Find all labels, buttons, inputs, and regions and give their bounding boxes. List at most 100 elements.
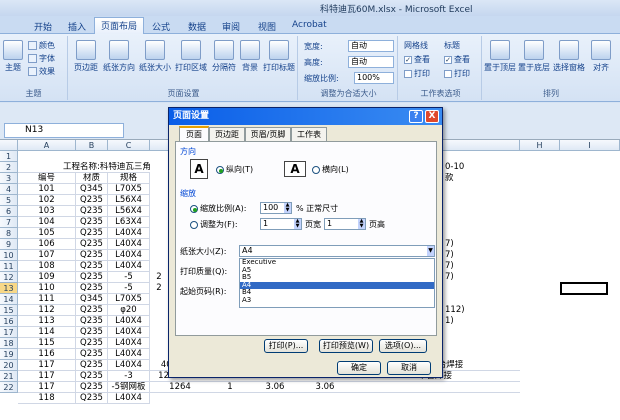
table-cell[interactable]: 116 [18, 349, 76, 360]
orientation-button[interactable]: 纸张方向 [102, 40, 136, 73]
size-button[interactable]: 纸张大小 [138, 40, 172, 73]
headings-view-checkbox[interactable]: ✓ 查看 [444, 54, 470, 65]
gridlines-view-checkbox[interactable]: ✓ 查看 [404, 54, 430, 65]
row-header[interactable]: 14 [0, 294, 18, 305]
tab-page-layout[interactable]: 页面布局 [94, 17, 145, 34]
tab-data[interactable]: 数据 [182, 19, 212, 34]
tab-view[interactable]: 视图 [252, 19, 282, 34]
row-header[interactable]: 5 [0, 195, 18, 206]
portrait-radio[interactable]: 纵向(T) [216, 164, 253, 175]
table-cell[interactable]: 1 [210, 382, 250, 393]
spinner-icon[interactable]: ▲ ▼ [358, 219, 365, 229]
table-cell[interactable]: 117 [18, 371, 76, 382]
table-cell[interactable]: 110 [18, 283, 76, 294]
row-header[interactable]: 7 [0, 217, 18, 228]
table-header-cell[interactable]: 编号 [18, 173, 76, 184]
row-header[interactable]: 21 [0, 371, 18, 382]
table-cell[interactable]: Q235 [76, 360, 108, 371]
sheet-title-cell[interactable]: 工程名称:科特迪瓦三角塔 [18, 162, 150, 173]
adjust-to-radio[interactable]: 缩放比例(A): [190, 203, 246, 214]
table-cell[interactable]: 118 [18, 393, 76, 404]
tab-margins[interactable]: 页边距 [209, 127, 245, 141]
row-header[interactable]: 12 [0, 272, 18, 283]
paper-option[interactable]: B4 [240, 288, 434, 297]
effects-button[interactable]: 效果 [28, 66, 55, 77]
column-header[interactable]: B [76, 140, 108, 151]
table-cell[interactable]: L70X5 [108, 294, 150, 305]
colors-button[interactable]: 颜色 [28, 40, 55, 51]
print-area-button[interactable]: 打印区域 [174, 40, 208, 73]
table-cell[interactable]: L40X4 [108, 239, 150, 250]
table-cell[interactable]: L40X4 [108, 360, 150, 371]
table-cell[interactable]: 102 [18, 195, 76, 206]
options-button[interactable]: 选项(O)... [379, 339, 427, 353]
paper-option[interactable]: Executive [240, 259, 434, 267]
send-to-back-button[interactable]: 置于底层 [518, 40, 550, 73]
row-header[interactable]: 15 [0, 305, 18, 316]
row-header[interactable]: 10 [0, 250, 18, 261]
row-header[interactable]: 20 [0, 360, 18, 371]
table-cell[interactable]: 1264 [150, 382, 210, 393]
table-cell[interactable]: 117 [18, 382, 76, 393]
row-header[interactable]: 17 [0, 327, 18, 338]
table-cell[interactable]: L40X4 [108, 316, 150, 327]
paper-option[interactable]: A5 [240, 266, 434, 275]
cancel-button[interactable]: 取消 [387, 361, 431, 375]
table-cell[interactable]: L63X4 [108, 217, 150, 228]
table-cell[interactable]: 112 [18, 305, 76, 316]
print-button[interactable]: 打印(P)... [264, 339, 308, 353]
margins-button[interactable]: 页边距 [72, 40, 100, 73]
table-cell[interactable]: Q235 [76, 250, 108, 261]
print-preview-button[interactable]: 打印预览(W) [319, 339, 373, 353]
table-cell[interactable] [350, 382, 520, 393]
table-cell[interactable]: -5 [108, 272, 150, 283]
table-cell[interactable]: L40X4 [108, 228, 150, 239]
align-button[interactable]: 对齐 [588, 40, 614, 73]
row-header[interactable]: 16 [0, 316, 18, 327]
column-header[interactable]: A [18, 140, 76, 151]
table-cell[interactable]: 7) [445, 272, 505, 283]
table-cell[interactable]: Q235 [76, 272, 108, 283]
table-cell[interactable]: Q235 [76, 393, 108, 404]
print-titles-button[interactable]: 打印标题 [262, 40, 296, 73]
table-cell[interactable]: L40X4 [108, 393, 150, 404]
fonts-button[interactable]: 字体 [28, 53, 55, 64]
headings-print-checkbox[interactable]: 打印 [444, 68, 470, 79]
close-button[interactable]: X [425, 110, 439, 123]
table-cell[interactable]: 3.06 [250, 382, 300, 393]
table-cell[interactable]: 114 [18, 327, 76, 338]
table-cell[interactable]: 7) [445, 239, 505, 250]
chevron-down-icon[interactable]: ▼ [427, 246, 434, 256]
table-cell[interactable]: Q345 [76, 184, 108, 195]
table-cell[interactable]: 105 [18, 228, 76, 239]
table-cell[interactable]: Q235 [76, 382, 108, 393]
table-cell[interactable]: Q235 [76, 338, 108, 349]
name-box[interactable]: N13 [4, 123, 124, 138]
pages-wide-input[interactable]: 1 ▲ ▼ [260, 218, 302, 230]
table-cell[interactable]: 2 [150, 283, 168, 294]
table-cell[interactable]: 111 [18, 294, 76, 305]
breaks-button[interactable]: 分隔符 [210, 40, 238, 73]
tab-home[interactable]: 开始 [28, 19, 58, 34]
paper-option[interactable]: A3 [240, 296, 434, 305]
bring-to-front-button[interactable]: 置于顶层 [484, 40, 516, 73]
width-select[interactable]: 自动 [348, 40, 394, 52]
pages-tall-input[interactable]: 1 ▲ ▼ [324, 218, 366, 230]
table-cell[interactable]: Q345 [76, 294, 108, 305]
table-cell[interactable]: 108 [18, 261, 76, 272]
table-cell[interactable]: 112) [445, 305, 505, 316]
table-cell[interactable]: Q235 [76, 371, 108, 382]
table-cell[interactable]: L56X4 [108, 195, 150, 206]
tab-review[interactable]: 审阅 [216, 19, 246, 34]
row-header[interactable]: 11 [0, 261, 18, 272]
table-cell[interactable]: L70X5 [108, 184, 150, 195]
table-cell[interactable]: 106 [18, 239, 76, 250]
table-cell[interactable]: Q235 [76, 239, 108, 250]
row-header[interactable]: 8 [0, 228, 18, 239]
table-cell[interactable]: Q235 [76, 217, 108, 228]
table-cell[interactable]: 款 [445, 173, 505, 184]
paper-size-select[interactable]: A4 ▼ [239, 245, 435, 257]
tab-acrobat[interactable]: Acrobat [286, 19, 333, 34]
height-select[interactable]: 自动 [348, 56, 394, 68]
table-cell[interactable]: -5 [108, 283, 150, 294]
